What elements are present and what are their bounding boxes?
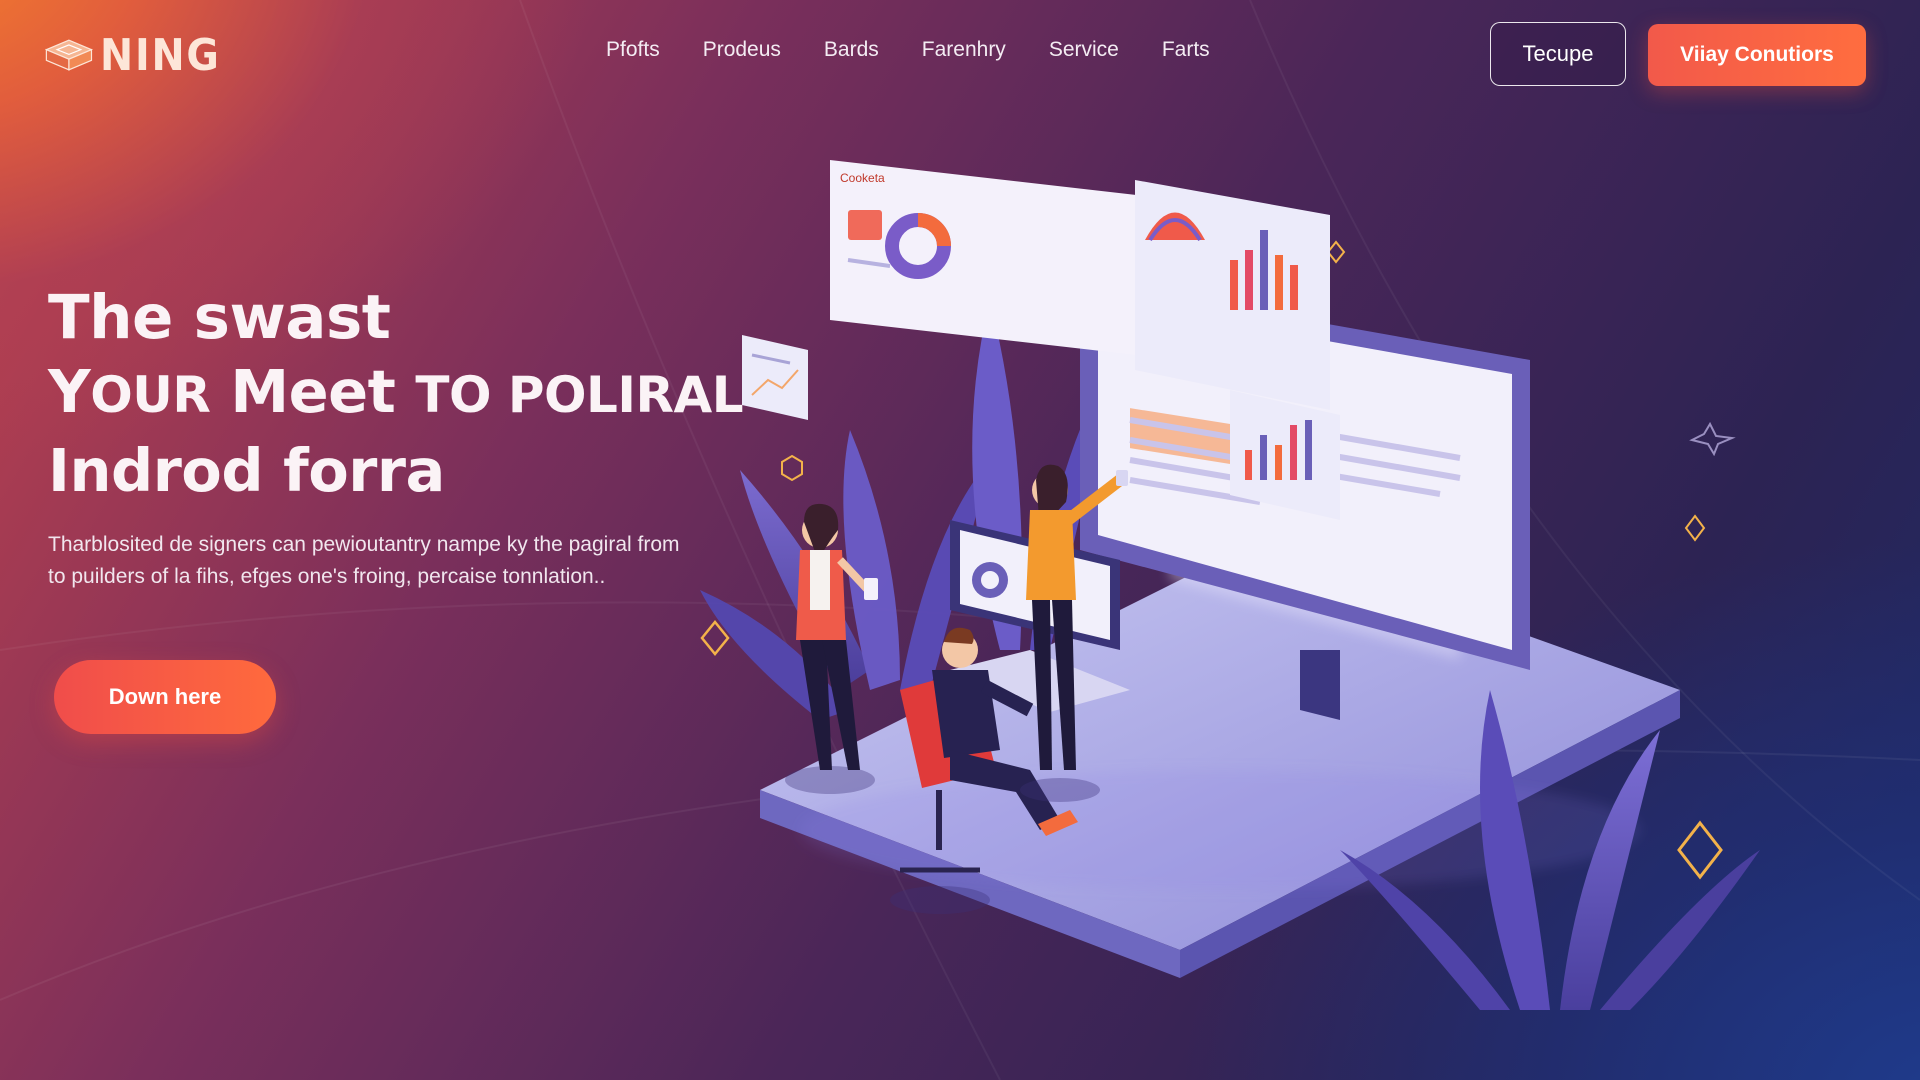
hero-title-line-3: Indrod forra <box>48 436 445 505</box>
top-navigation: NING Pfofts Prodeus Bards Farenhry Servi… <box>0 0 1920 108</box>
hero-title-word: Meet <box>210 357 416 426</box>
landing-page: NING Pfofts Prodeus Bards Farenhry Servi… <box>0 0 1920 1080</box>
chart-panel-bars-small <box>742 335 808 420</box>
hero-illustration: Cooketa <box>700 130 1800 1010</box>
tecupe-button[interactable]: Tecupe <box>1490 22 1626 86</box>
logo-cube-icon <box>44 39 94 71</box>
hero-title-word: TO POLIRAL <box>415 366 744 424</box>
nav-link-farts[interactable]: Farts <box>1162 38 1210 62</box>
hero-title-letter: Y <box>48 357 91 426</box>
panel-title: Cooketa <box>840 171 885 185</box>
nav-link-prodeus[interactable]: Prodeus <box>703 38 781 62</box>
hero-description: Tharblosited de signers can pewioutantry… <box>48 533 680 588</box>
contact-button[interactable]: Viiay Conutiors <box>1648 24 1866 86</box>
nav-links: Pfofts Prodeus Bards Farenhry Service Fa… <box>606 38 1210 62</box>
hero-title-line-2: YOUR Meet TO POLIRAL <box>48 354 748 433</box>
hero-section: The swast YOUR Meet TO POLIRAL Indrod fo… <box>48 282 748 593</box>
chart-panel-area <box>1135 180 1330 410</box>
hero-title-word: OUR <box>90 366 211 424</box>
nav-link-bards[interactable]: Bards <box>824 38 879 62</box>
nav-link-service[interactable]: Service <box>1049 38 1119 62</box>
nav-link-pfofts[interactable]: Pfofts <box>606 38 660 62</box>
brand-logo[interactable]: NING <box>44 26 234 84</box>
hero-title-line-1: The swast <box>48 282 391 353</box>
down-here-button[interactable]: Down here <box>54 660 276 734</box>
office-illustration: Cooketa <box>700 160 1760 1010</box>
chart-panel-donut: Cooketa <box>830 160 1180 360</box>
brand-name: NING <box>99 29 221 81</box>
nav-link-farenhry[interactable]: Farenhry <box>922 38 1006 62</box>
